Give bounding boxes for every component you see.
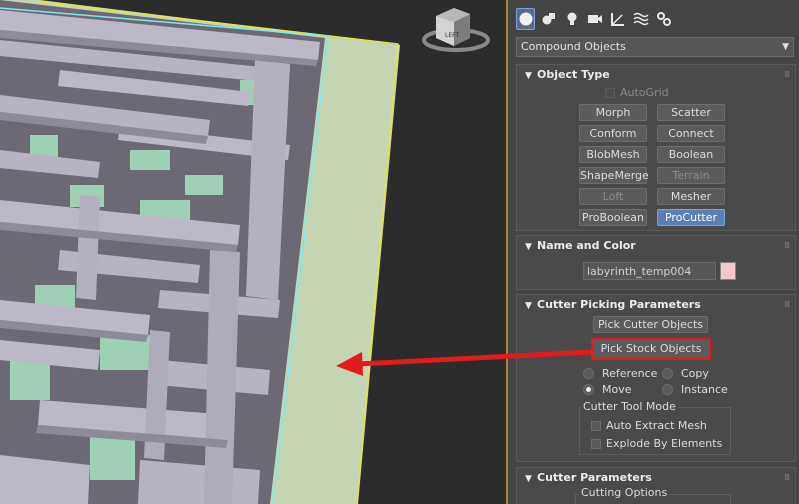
name-and-color-rollout: ▼ Name and Color ⁞⁞ bbox=[516, 235, 796, 290]
cutter-tool-mode-label: Cutter Tool Mode bbox=[581, 400, 678, 413]
grip-icon: ⁞⁞ bbox=[784, 473, 790, 483]
systems-tab[interactable] bbox=[654, 8, 673, 30]
camera-icon bbox=[587, 15, 602, 23]
command-panel: Compound Objects ▼ ▼ Object Type ⁞⁞ AutoG… bbox=[506, 0, 799, 504]
collapse-arrow-icon: ▼ bbox=[525, 71, 532, 81]
auto-extract-mesh-checkbox[interactable]: Auto Extract Mesh bbox=[591, 419, 707, 432]
pick-stock-objects-button[interactable]: Pick Stock Objects bbox=[591, 338, 711, 360]
cameras-tab[interactable] bbox=[585, 8, 604, 30]
cutting-options-label: Cutting Options bbox=[579, 486, 670, 499]
object-type-rollout: ▼ Object Type ⁞⁞ AutoGrid Morph Scatter C… bbox=[516, 64, 796, 231]
modify-tab[interactable] bbox=[539, 8, 558, 30]
blobmesh-button[interactable]: BlobMesh bbox=[579, 146, 647, 163]
copy-radio[interactable]: Copy bbox=[662, 367, 709, 380]
pick-cutter-objects-button[interactable]: Pick Cutter Objects bbox=[593, 316, 708, 333]
sphere-icon bbox=[519, 12, 532, 26]
procutter-button[interactable]: ProCutter bbox=[657, 209, 725, 226]
lights-tab[interactable] bbox=[562, 8, 581, 30]
autogrid-checkbox[interactable]: AutoGrid bbox=[605, 86, 669, 99]
move-radio[interactable]: Move bbox=[583, 383, 632, 396]
grip-icon: ⁞⁞ bbox=[784, 241, 790, 251]
boolean-button[interactable]: Boolean bbox=[657, 146, 725, 163]
shapemerge-button[interactable]: ShapeMerge bbox=[579, 167, 649, 184]
loft-button[interactable]: Loft bbox=[579, 188, 647, 205]
mesher-button[interactable]: Mesher bbox=[657, 188, 725, 205]
command-panel-tabs bbox=[516, 6, 673, 32]
proboolean-button[interactable]: ProBoolean bbox=[579, 209, 647, 226]
cutter-picking-parameters-rollout: ▼ Cutter Picking Parameters ⁞⁞ Pick Cutte… bbox=[516, 294, 796, 462]
scatter-button[interactable]: Scatter bbox=[657, 104, 725, 121]
helpers-tab[interactable] bbox=[608, 8, 627, 30]
grip-icon: ⁞⁞ bbox=[784, 300, 790, 310]
object-color-swatch[interactable] bbox=[720, 262, 736, 280]
name-and-color-rollout-header[interactable]: ▼ Name and Color ⁞⁞ bbox=[517, 236, 795, 256]
cutter-picking-rollout-header[interactable]: ▼ Cutter Picking Parameters ⁞⁞ bbox=[517, 295, 795, 315]
collapse-arrow-icon: ▼ bbox=[525, 242, 532, 252]
tape-measure-icon bbox=[610, 13, 624, 26]
create-tab[interactable] bbox=[516, 8, 535, 30]
shapes-icon bbox=[542, 13, 555, 25]
lightbulb-icon bbox=[567, 12, 576, 25]
collapse-arrow-icon: ▼ bbox=[525, 301, 532, 311]
category-dropdown[interactable]: Compound Objects ▼ bbox=[516, 37, 794, 57]
gears-icon bbox=[656, 12, 671, 26]
dropdown-arrow-icon: ▼ bbox=[782, 42, 789, 52]
maze-scene bbox=[0, 0, 400, 504]
collapse-arrow-icon: ▼ bbox=[525, 474, 532, 484]
viewcube-face-label: LEFT bbox=[445, 32, 459, 39]
reference-radio[interactable]: Reference bbox=[583, 367, 657, 380]
cutter-parameters-rollout: ▼ Cutter Parameters ⁞⁞ Cutting Options bbox=[516, 467, 796, 504]
explode-by-elements-checkbox[interactable]: Explode By Elements bbox=[591, 437, 722, 450]
terrain-button[interactable]: Terrain bbox=[657, 167, 725, 184]
perspective-viewport[interactable]: LEFT bbox=[0, 0, 506, 504]
morph-button[interactable]: Morph bbox=[579, 104, 647, 121]
category-dropdown-value: Compound Objects bbox=[521, 40, 626, 53]
object-name-input[interactable] bbox=[583, 262, 716, 280]
grip-icon: ⁞⁞ bbox=[784, 70, 790, 80]
cutter-parameters-rollout-header[interactable]: ▼ Cutter Parameters ⁞⁞ bbox=[517, 468, 795, 488]
conform-button[interactable]: Conform bbox=[579, 125, 647, 142]
spacewarps-tab[interactable] bbox=[631, 8, 650, 30]
wave-icon bbox=[632, 12, 649, 26]
instance-radio[interactable]: Instance bbox=[662, 383, 728, 396]
connect-button[interactable]: Connect bbox=[657, 125, 725, 142]
object-type-rollout-header[interactable]: ▼ Object Type ⁞⁞ bbox=[517, 65, 795, 85]
viewcube-icon[interactable]: LEFT bbox=[414, 4, 492, 56]
